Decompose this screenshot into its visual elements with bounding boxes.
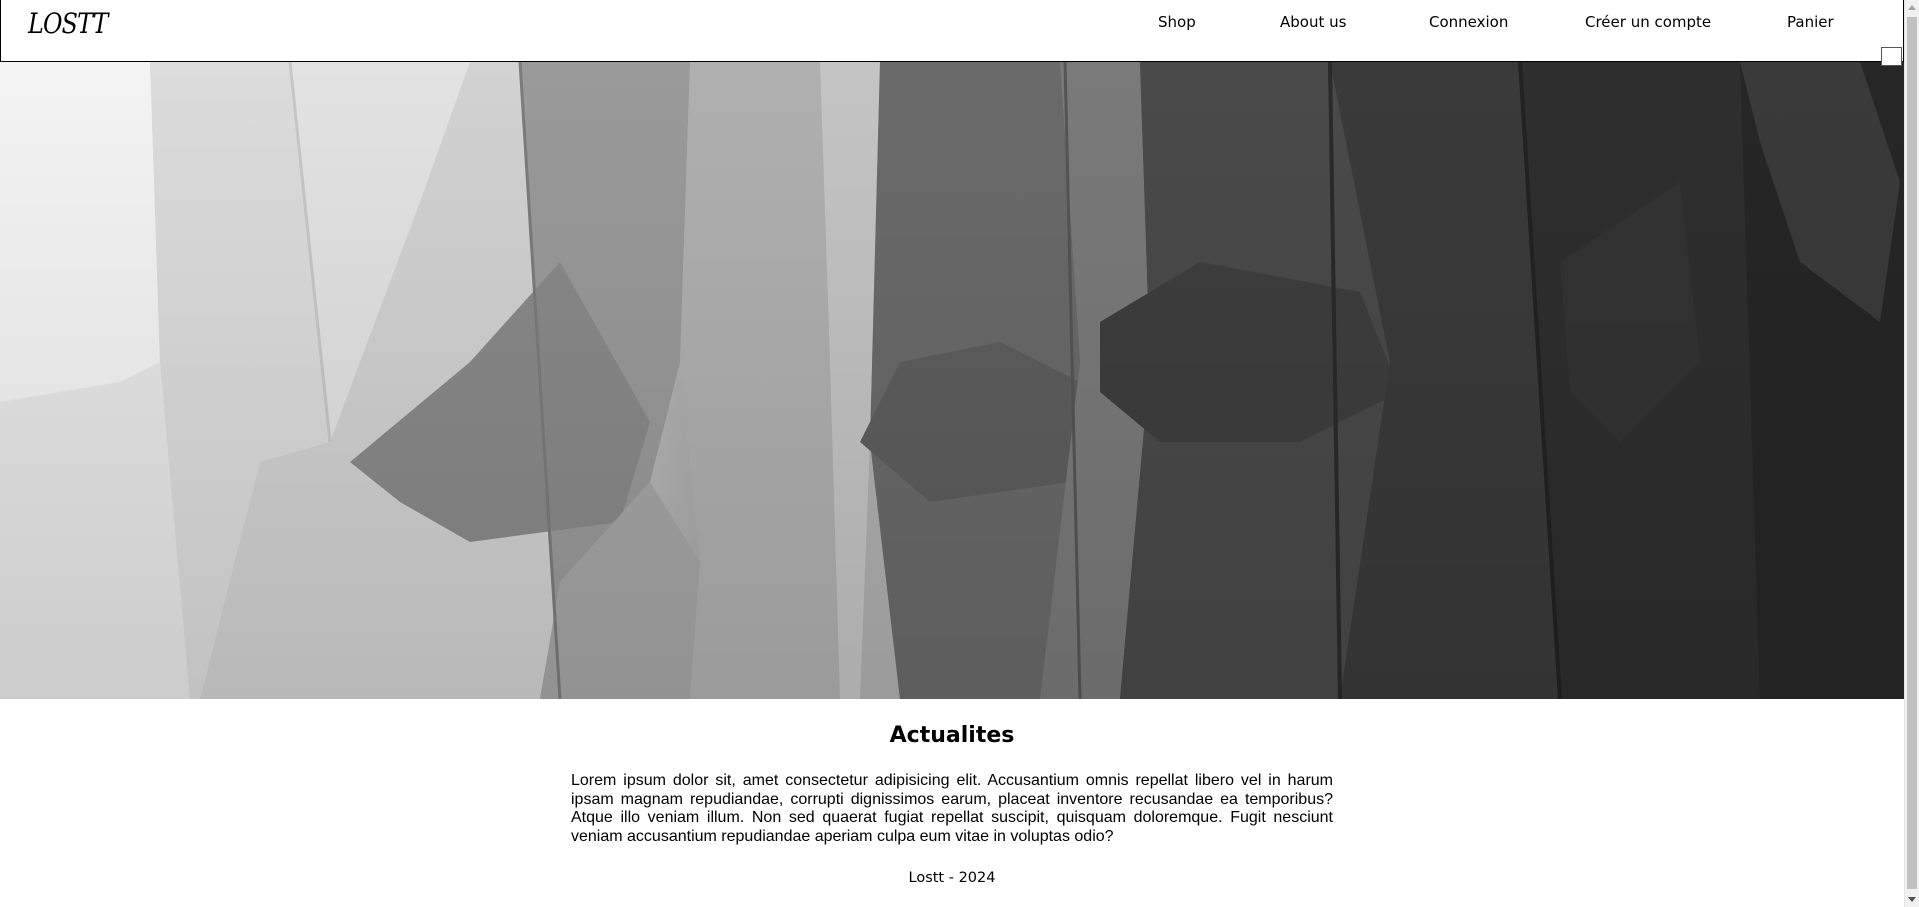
news-body: Lorem ipsum dolor sit, amet consectetur … xyxy=(571,772,1333,845)
hero-clothes-photo xyxy=(0,62,1904,699)
nav-login-link[interactable]: Connexion xyxy=(1429,12,1508,32)
footer-text: Lostt - 2024 xyxy=(908,870,996,886)
vertical-scrollbar[interactable] xyxy=(1904,0,1919,907)
logo[interactable]: LOSTT xyxy=(28,8,108,40)
nav-cart-link[interactable]: Panier xyxy=(1787,12,1834,32)
nav-about-link[interactable]: About us xyxy=(1280,12,1346,32)
floating-box xyxy=(1881,47,1902,66)
scroll-down-icon[interactable] xyxy=(1908,897,1916,902)
hero-image xyxy=(0,62,1904,699)
navbar: LOSTT Shop About us Connexion Créer un c… xyxy=(0,0,1904,62)
page: LOSTT Shop About us Connexion Créer un c… xyxy=(0,0,1919,907)
scroll-thumb[interactable] xyxy=(1907,17,1917,889)
news-title: Actualites xyxy=(889,723,1015,748)
scroll-up-icon[interactable] xyxy=(1908,5,1916,10)
nav-shop-link[interactable]: Shop xyxy=(1158,12,1196,32)
nav-register-link[interactable]: Créer un compte xyxy=(1585,12,1711,32)
